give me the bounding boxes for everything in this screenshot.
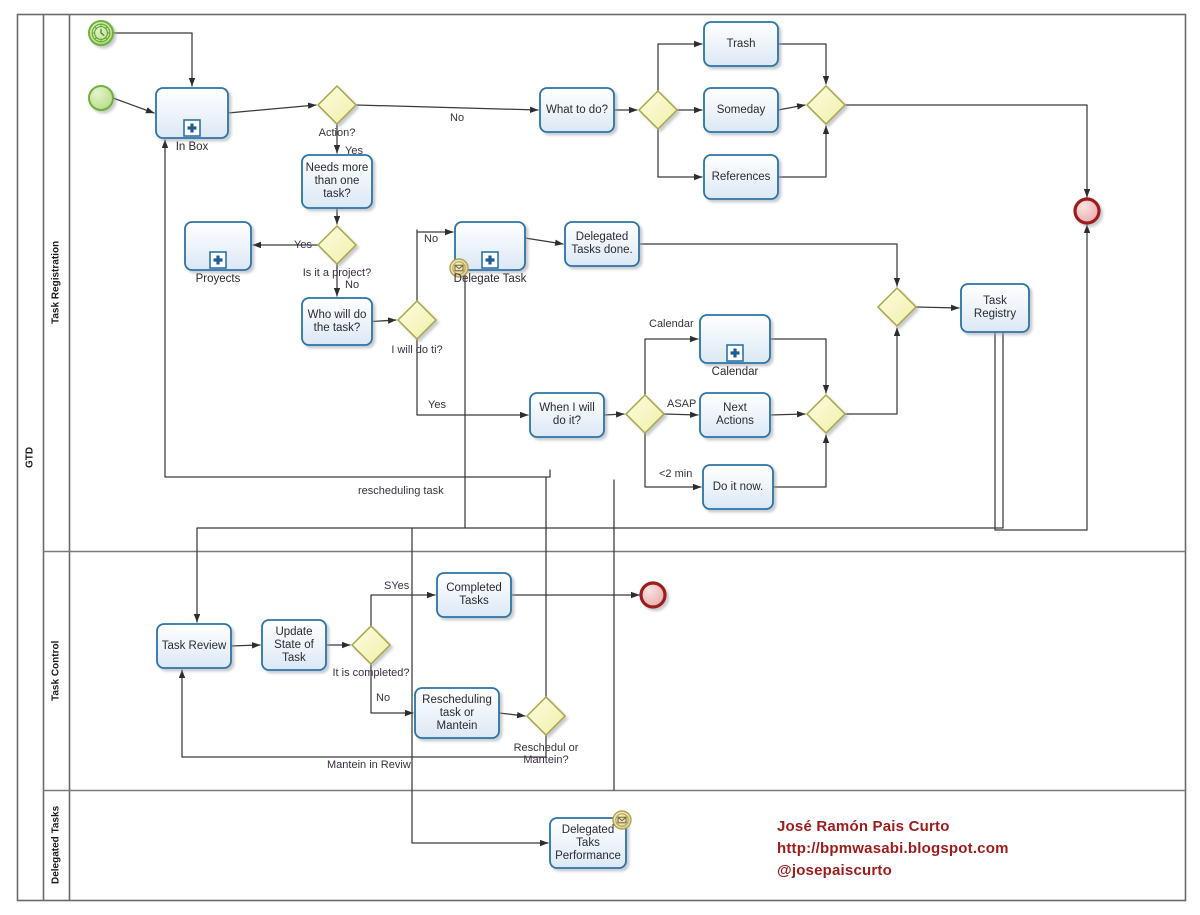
task-calendar[interactable] [699, 314, 771, 364]
gateway-gw-when-merge[interactable] [805, 393, 847, 435]
task-label-update-state: Update State of Task [274, 625, 314, 664]
task-label-completed-tasks: Completed Tasks [446, 582, 502, 607]
task-ext-label-in-box: In Box [175, 141, 209, 153]
task-ext-label-proyects: Proyects [195, 273, 241, 285]
event-start-timer[interactable] [88, 20, 114, 46]
task-label-delegated-perf: Delegated Taks Performance [555, 823, 621, 862]
task-label-who-will-do: Who will do the task? [307, 308, 367, 334]
gateway-gw-resched[interactable] [525, 695, 567, 737]
task-delegate-task[interactable] [449, 221, 526, 278]
gateway-gw-is-project[interactable] [316, 224, 358, 266]
task-in-box[interactable] [155, 87, 229, 139]
task-proyects[interactable] [184, 221, 252, 271]
event-start-plain[interactable] [88, 85, 114, 111]
task-ext-label-delegate-task: Delegate Task [453, 273, 527, 285]
lane-title-task-registration: Task Registration [50, 240, 62, 325]
task-label-delegated-done: Delegated Tasks done. [571, 231, 633, 256]
gateway-gw-what-merge[interactable] [805, 84, 847, 126]
task-label-task-review: Task Review [161, 639, 227, 652]
bpmn-diagram-canvas: GTD Task Registration Task Control Delegate… [0, 0, 1200, 915]
sequence-flows [112, 32, 1091, 847]
task-label-when-i-will-do: When I will do it? [539, 402, 595, 427]
task-label-do-it-now: Do it now. [712, 480, 764, 493]
event-end-top[interactable] [1073, 197, 1101, 225]
task-label-references: References [711, 170, 771, 183]
author-handle: @josepaiscurto [777, 862, 892, 879]
author-name: José Ramón Pais Curto [777, 818, 950, 835]
author-url: http://bpmwasabi.blogspot.com [777, 840, 1009, 857]
task-label-task-registry: Task Registry [973, 295, 1017, 320]
author-credit: José Ramón Pais Curto http://bpmwasabi.b… [777, 816, 1009, 882]
task-ext-label-calendar: Calendar [711, 366, 759, 378]
gateway-gw-i-will-do[interactable] [396, 299, 438, 341]
task-label-rescheduling-task: Rescheduling task or Mantein [422, 693, 492, 732]
gateway-gw-completed[interactable] [350, 624, 392, 666]
task-label-someday: Someday [716, 103, 766, 116]
task-label-next-actions: Next Actions [716, 402, 754, 427]
task-label-needs-more: Needs more than one task? [305, 162, 369, 200]
task-label-trash: Trash [726, 37, 756, 50]
lane-title-delegated-tasks: Delegated Tasks [50, 805, 62, 885]
task-label-what-to-do: What to do? [545, 103, 608, 116]
gateway-gw-when-split[interactable] [624, 393, 666, 435]
pool-title-gtd: GTD [24, 446, 36, 468]
event-end-control[interactable] [639, 581, 667, 609]
gateway-gw-registry[interactable] [876, 286, 918, 328]
gateway-gw-what-split[interactable] [637, 89, 679, 131]
diagram-svg [16, 13, 1187, 902]
gateway-gw-action[interactable] [316, 84, 358, 126]
lane-title-task-control: Task Control [50, 640, 62, 701]
